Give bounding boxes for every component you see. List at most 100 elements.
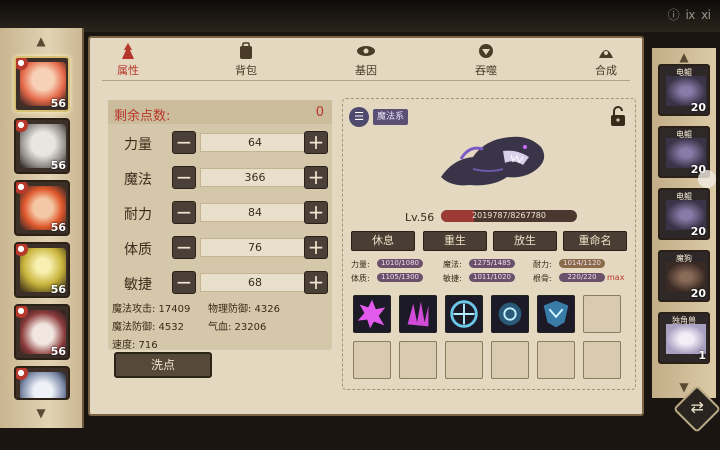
pet-level: 20: [690, 101, 706, 114]
decrease-button[interactable]: −: [172, 166, 196, 189]
character-card[interactable]: ● 56: [14, 118, 70, 174]
increase-button[interactable]: +: [304, 271, 328, 294]
skill-slot-empty[interactable]: [491, 341, 529, 379]
stat-row-agility: 敏捷 − 68 +: [108, 270, 332, 296]
pet-creature-image: [441, 136, 545, 186]
skill-slot[interactable]: [491, 295, 529, 333]
tab-label: 属性: [117, 64, 139, 77]
magic-attack: 魔法攻击: 17409: [112, 304, 191, 315]
increase-button[interactable]: +: [304, 236, 328, 259]
stat-value: 64: [248, 136, 262, 149]
tab-synthesis[interactable]: 合成: [576, 42, 636, 80]
pet-card[interactable]: 魔狗 20: [658, 250, 710, 302]
backpack-icon: [240, 42, 252, 59]
pet-attr-name: 根骨:: [533, 274, 552, 283]
increase-button[interactable]: +: [304, 201, 328, 224]
decrease-button[interactable]: −: [172, 236, 196, 259]
pet-level: 1: [698, 349, 706, 362]
pet-card[interactable]: 电鲲 20: [658, 64, 710, 116]
skill-slot[interactable]: [445, 295, 483, 333]
exp-text: 2019787/8267780: [472, 211, 546, 220]
skill-slot[interactable]: [537, 295, 575, 333]
swap-icon: ⇄: [690, 397, 704, 417]
tab-backpack[interactable]: 背包: [216, 42, 276, 80]
character-card[interactable]: ●: [14, 366, 70, 400]
stat-name: 敏捷: [124, 277, 152, 293]
tab-attribute[interactable]: 属性: [98, 42, 158, 80]
reset-points-button[interactable]: 洗点: [114, 352, 212, 378]
lock-icon[interactable]: [609, 105, 627, 127]
scroll-down-arrow-icon[interactable]: ▼: [34, 407, 48, 419]
rename-button[interactable]: 重命名: [563, 231, 627, 251]
stat-value-bar: 84: [200, 203, 310, 222]
physical-defense: 物理防御: 4326: [208, 304, 280, 315]
increase-button[interactable]: +: [304, 166, 328, 189]
pet-attr-name: 耐力:: [533, 260, 552, 269]
release-button[interactable]: 放生: [493, 231, 557, 251]
skill-vortex-icon: [498, 302, 522, 326]
hp: 气血: 23206: [208, 322, 267, 333]
scroll-handle[interactable]: [698, 170, 716, 188]
badge-icon: ●: [16, 368, 28, 380]
stat-value: 84: [248, 206, 262, 219]
pet-attr-value: 1011/1020: [469, 273, 515, 282]
scroll-up-arrow-icon[interactable]: ▲: [34, 35, 48, 47]
skill-shield-icon: [543, 300, 569, 328]
devour-icon: [479, 44, 493, 58]
skill-slot-empty[interactable]: [399, 341, 437, 379]
pet-attr-name: 力量:: [351, 260, 370, 269]
badge-icon: ●: [16, 244, 28, 256]
badge-icon: ●: [16, 120, 28, 132]
speed: 速度: 716: [112, 340, 158, 351]
gene-icon: [357, 46, 375, 56]
stat-name: 力量: [124, 137, 152, 153]
skill-slot-empty[interactable]: [353, 341, 391, 379]
skill-slot-empty[interactable]: [537, 341, 575, 379]
divider: [102, 80, 630, 81]
remaining-points-value: 0: [315, 105, 324, 120]
skill-purple-burst-icon: [357, 299, 386, 329]
decrease-button[interactable]: −: [172, 271, 196, 294]
tab-gene[interactable]: 基因: [336, 42, 396, 80]
badge-icon: ●: [16, 306, 28, 318]
top-bar-text: ⓘ ⅸ ⅺ: [667, 8, 712, 22]
max-label: max: [607, 273, 625, 282]
scroll-down-arrow-icon[interactable]: ▼: [677, 381, 691, 393]
tab-devour[interactable]: 吞噬: [456, 42, 516, 80]
pet-card[interactable]: 电鲲 20: [658, 188, 710, 240]
increase-button[interactable]: +: [304, 131, 328, 154]
stat-value-bar: 76: [200, 238, 310, 257]
skill-slot-empty[interactable]: [583, 295, 621, 333]
skill-slot-empty[interactable]: [583, 341, 621, 379]
tab-bar: 属性 背包 基因 吞噬 合成: [90, 38, 642, 82]
badge-icon: ●: [16, 182, 28, 194]
decrease-button[interactable]: −: [172, 131, 196, 154]
pet-card[interactable]: 独角兽 1: [658, 312, 710, 364]
stat-value-bar: 64: [200, 133, 310, 152]
scroll-up-arrow-icon[interactable]: ▲: [677, 51, 691, 63]
skill-frost-icon: [450, 300, 478, 328]
pet-attr-name: 体质:: [351, 274, 370, 283]
decrease-button[interactable]: −: [172, 201, 196, 224]
pet-list[interactable]: ▲ 电鲲 20 电鲲 20 电鲲 20 魔狗 20 独角兽 1 ▼: [652, 48, 716, 398]
pet-attr-value: 1275/1485: [469, 259, 515, 268]
list-icon[interactable]: ☰: [349, 107, 369, 127]
skill-slot-empty[interactable]: [445, 341, 483, 379]
pet-type-tag: 魔法系: [373, 109, 409, 125]
skill-slot[interactable]: [353, 295, 391, 333]
stat-value-bar: 68: [200, 273, 310, 292]
skill-slot[interactable]: [399, 295, 437, 333]
rest-button[interactable]: 休息: [351, 231, 415, 251]
character-level: 56: [50, 221, 66, 234]
character-list[interactable]: ▲ ● 56 ● 56 ● 56 ● 56 ● 56 ● ▼: [0, 28, 84, 428]
character-card[interactable]: ● 56: [14, 180, 70, 236]
character-card[interactable]: ● 56: [14, 304, 70, 360]
character-card[interactable]: ● 56: [14, 56, 70, 112]
character-card[interactable]: ● 56: [14, 242, 70, 298]
character-level: 56: [50, 159, 66, 172]
stat-row-magic: 魔法 − 366 +: [108, 165, 332, 191]
stat-value: 76: [248, 241, 262, 254]
pet-attr-value: 220/220: [559, 273, 605, 282]
rebirth-button[interactable]: 重生: [423, 231, 487, 251]
pet-attr-value: 1010/1080: [377, 259, 423, 268]
